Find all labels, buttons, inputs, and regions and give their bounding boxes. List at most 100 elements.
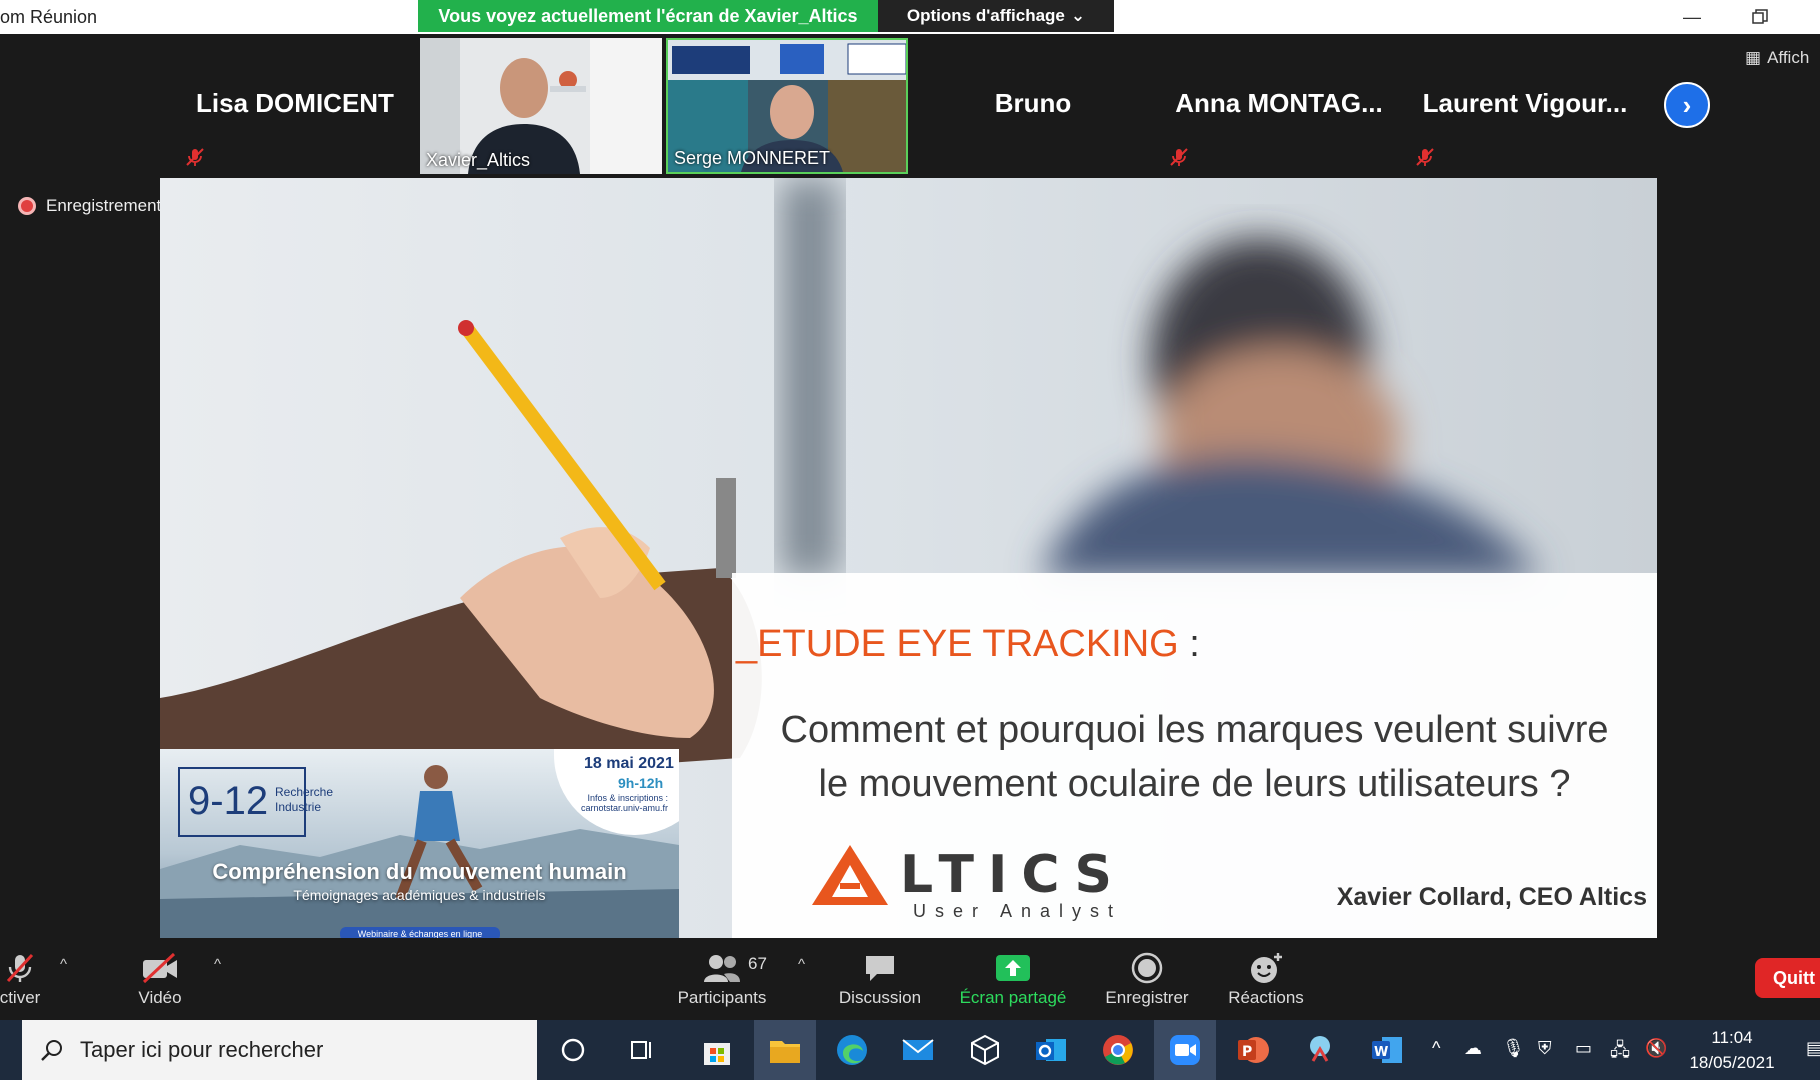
task-view-icon[interactable]	[621, 1030, 661, 1070]
slide-subtitle-line2: le mouvement oculaire de leurs utilisate…	[818, 763, 1571, 805]
title-bar: om Réunion Vous voyez actuellement l'écr…	[0, 0, 1820, 34]
mail-icon[interactable]	[898, 1030, 938, 1070]
video-label: Vidéo	[138, 988, 182, 1007]
event-info: Infos & inscriptions : carnotstar.univ-a…	[578, 793, 668, 813]
tray-expand-icon[interactable]: ^	[1432, 1038, 1440, 1059]
event-logo-number: 9-12	[188, 779, 269, 823]
share-screen-button[interactable]: Écran partagé	[953, 948, 1073, 1008]
recording-label: Enregistrement	[46, 196, 162, 215]
windows-taskbar: Taper ici pour rechercher P W ^ ☁ 🎙 ⛨ ▭ …	[0, 1020, 1820, 1080]
video-button[interactable]: Vidéo	[100, 948, 220, 1008]
participant-tile-laurent[interactable]: Laurent Vigour...	[1404, 38, 1646, 172]
participant-name: Laurent Vigour...	[1422, 88, 1628, 118]
muted-mic-icon	[6, 953, 34, 983]
muted-mic-icon	[186, 148, 204, 166]
zoom-window: om Réunion Vous voyez actuellement l'écr…	[0, 0, 1820, 1080]
leave-meeting-label: Quitt	[1773, 967, 1815, 988]
volume-muted-icon[interactable]: 🔇	[1645, 1038, 1667, 1059]
event-logo-tags: Recherche Industrie	[275, 785, 333, 815]
chat-button[interactable]: Discussion	[820, 948, 940, 1008]
event-logo: 9-12 Recherche Industrie	[178, 767, 333, 837]
minimize-button[interactable]: —	[1672, 2, 1712, 32]
unmute-button[interactable]: ctiver	[0, 948, 80, 1008]
altics-logo-tagline: User Analyst	[913, 901, 1123, 921]
taskbar-search-box[interactable]: Taper ici pour rechercher	[22, 1020, 537, 1080]
onedrive-icon[interactable]: ☁	[1464, 1038, 1482, 1059]
chat-icon	[866, 956, 894, 981]
view-options-button[interactable]: Options d'affichage ⌄	[878, 0, 1114, 32]
participant-video-serge[interactable]: Serge MONNERET	[666, 38, 908, 174]
record-button[interactable]: Enregistrer	[1087, 948, 1207, 1008]
participant-tile-lisa[interactable]: Lisa DOMICENT	[174, 38, 416, 172]
presenter-credit: Xavier Collard, CEO Altics	[1336, 883, 1647, 911]
event-hours: 9h-12h	[618, 775, 664, 791]
battery-icon[interactable]: ▭	[1575, 1038, 1592, 1059]
event-subtitle: Témoignages académiques & industriels	[293, 887, 546, 903]
file-explorer-icon[interactable]	[765, 1030, 805, 1070]
network-icon[interactable]: 🖧	[1610, 1038, 1630, 1068]
altics-logo-mark	[812, 845, 888, 905]
meeting-toolbar: ctiver ^ Vidéo ^ Participants 67 ^ Discu…	[0, 940, 1820, 1020]
recording-dot-icon	[18, 197, 36, 215]
grid-icon: ▦	[1745, 48, 1762, 67]
snipping-tool-icon[interactable]	[1300, 1030, 1340, 1070]
taskbar-clock[interactable]: 11:04 18/05/2021	[1672, 1025, 1792, 1075]
record-icon	[1131, 952, 1163, 984]
edge-browser-icon[interactable]	[832, 1030, 872, 1070]
event-date: 18 mai 2021	[584, 755, 674, 772]
outlook-icon[interactable]	[1031, 1030, 1071, 1070]
reactions-button[interactable]: Réactions	[1206, 948, 1326, 1008]
event-banner: 9-12 Recherche Industrie 18 mai 2021 9h-…	[160, 749, 679, 938]
microphone-icon[interactable]: 🎙	[1502, 1038, 1525, 1059]
notifications-icon[interactable]: ▤	[1806, 1038, 1820, 1059]
app-cube-icon[interactable]	[965, 1030, 1005, 1070]
next-page-button[interactable]: ›	[1664, 82, 1710, 128]
record-label: Enregistrer	[1105, 988, 1189, 1007]
slide-heading: _ETUDE EYE TRACKING :	[736, 623, 1200, 666]
participant-tile-anna[interactable]: Anna MONTAG...	[1158, 38, 1400, 172]
word-icon[interactable]: W	[1367, 1030, 1407, 1070]
altics-logo-text: LTICS	[900, 845, 1126, 905]
view-options-label: Options d'affichage	[906, 6, 1065, 25]
reactions-icon	[1251, 953, 1282, 983]
gallery-view-label: Affich	[1767, 48, 1810, 67]
event-tag-industry: Industrie	[275, 800, 322, 814]
altics-logo: LTICS User Analyst	[810, 843, 1130, 923]
security-icon[interactable]: ⛨	[1538, 1038, 1552, 1059]
leave-meeting-button[interactable]: Quitt	[1755, 958, 1820, 998]
muted-mic-icon	[1170, 148, 1188, 166]
chrome-icon[interactable]	[1098, 1030, 1138, 1070]
participants-options-caret-icon[interactable]: ^	[798, 956, 805, 973]
svg-text:W: W	[1374, 1045, 1388, 1060]
restore-button[interactable]	[1740, 2, 1780, 32]
chevron-down-icon: ⌄	[1070, 6, 1086, 25]
gallery-view-toggle[interactable]: ▦ Affich	[1745, 48, 1809, 68]
event-tag-research: Recherche	[275, 785, 334, 799]
participants-icon	[704, 955, 740, 982]
participant-name: Serge MONNERET	[674, 148, 831, 168]
restore-icon	[1752, 9, 1768, 24]
participant-gallery: Lisa DOMICENT Xavier_Altics Serge MONNER…	[0, 34, 1820, 176]
recording-indicator[interactable]: Enregistrement	[18, 196, 161, 216]
window-title: om Réunion	[0, 7, 98, 27]
zoom-icon[interactable]	[1165, 1030, 1205, 1070]
microsoft-store-icon[interactable]	[697, 1030, 737, 1070]
reactions-label: Réactions	[1228, 988, 1304, 1007]
cortana-icon[interactable]	[553, 1030, 593, 1070]
shared-screen: _ETUDE EYE TRACKING : Comment et pourquo…	[160, 178, 1657, 938]
video-options-caret-icon[interactable]: ^	[214, 956, 221, 973]
participants-label: Participants	[677, 988, 767, 1007]
audio-options-caret-icon[interactable]: ^	[60, 956, 67, 973]
slide-text-panel: _ETUDE EYE TRACKING : Comment et pourquo…	[732, 573, 1657, 938]
event-info-url: carnotstar.univ-amu.fr	[580, 803, 668, 813]
participant-video-xavier[interactable]: Xavier_Altics	[420, 38, 662, 174]
event-format: Webinaire & échanges en ligne	[340, 927, 500, 938]
clock-time: 11:04	[1711, 1028, 1753, 1047]
participants-count: 67	[748, 954, 767, 973]
slide-heading-orange: _ETUDE EYE TRACKING	[736, 623, 1179, 665]
event-title: Compréhension du mouvement humain	[212, 859, 627, 884]
powerpoint-icon[interactable]: P	[1233, 1030, 1273, 1070]
participant-tile-bruno[interactable]: Bruno	[912, 38, 1154, 172]
chevron-right-icon: ›	[1682, 89, 1692, 120]
taskbar-search-placeholder: Taper ici pour rechercher	[80, 1037, 324, 1062]
